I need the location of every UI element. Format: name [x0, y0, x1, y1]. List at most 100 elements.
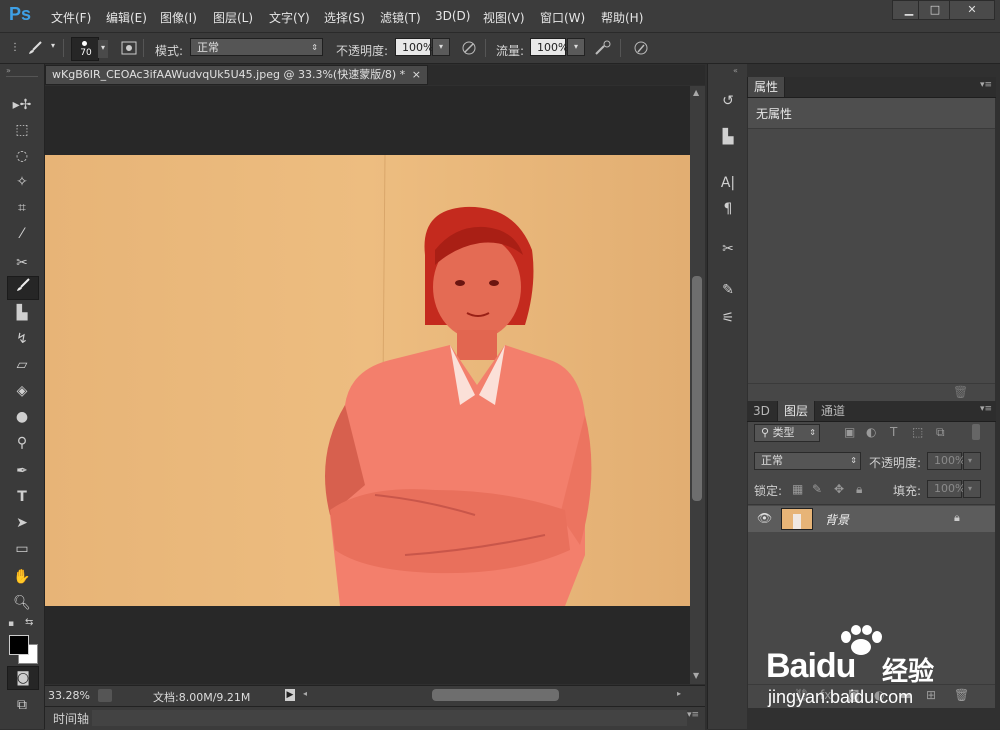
pressure-opacity-icon[interactable]: [460, 40, 478, 56]
lock-transparent-icon[interactable]: ▦: [792, 482, 803, 496]
filter-toggle[interactable]: [972, 424, 980, 440]
filter-type-icon[interactable]: T: [890, 425, 897, 439]
menu-3d[interactable]: 3D(D): [435, 9, 470, 23]
flow-dropdown-button[interactable]: ▾: [567, 38, 585, 56]
layer-name[interactable]: 背景: [825, 511, 849, 528]
history-brush-tool-icon[interactable]: ↯: [7, 328, 37, 350]
scroll-down-icon[interactable]: ▼: [693, 671, 699, 680]
tab-layers[interactable]: 图层: [777, 401, 816, 421]
close-button[interactable]: ✕: [949, 0, 995, 20]
panel-menu-icon[interactable]: ▾≡: [687, 710, 699, 720]
status-menu-arrow-icon[interactable]: ▶: [285, 689, 295, 701]
menu-file[interactable]: 文件(F): [51, 9, 91, 26]
layer-opacity-input[interactable]: 100%: [927, 452, 965, 470]
paragraph-icon[interactable]: ¶: [715, 198, 741, 220]
layer-filter-select[interactable]: ⚲ 类型 ⇕: [754, 424, 820, 442]
type-tool-icon[interactable]: T: [7, 486, 37, 508]
panel-menu-icon[interactable]: ▾≡: [980, 80, 992, 90]
pressure-size-icon[interactable]: [632, 40, 650, 56]
menu-layer[interactable]: 图层(L): [213, 9, 253, 26]
maximize-button[interactable]: □: [918, 0, 952, 20]
flow-input[interactable]: 100%: [530, 38, 568, 56]
menu-type[interactable]: 文字(Y): [269, 9, 310, 26]
menu-window[interactable]: 窗口(W): [540, 9, 585, 26]
marquee-tool-icon[interactable]: ⬚: [7, 119, 37, 141]
hand-tool-icon[interactable]: ✋: [7, 566, 37, 588]
collapse-icon[interactable]: »: [6, 66, 11, 75]
layer-row-background[interactable]: 👁︎ 背景 🔒︎: [748, 506, 995, 532]
lasso-tool-icon[interactable]: ◌: [7, 145, 37, 167]
lock-all-icon[interactable]: 🔒︎: [856, 482, 862, 497]
scroll-left-icon[interactable]: ◂: [303, 689, 307, 698]
zoom-tool-icon[interactable]: 🔍︎: [7, 592, 37, 614]
actions-icon[interactable]: ▙: [715, 126, 741, 148]
crop-tool-icon[interactable]: ⌗: [7, 197, 37, 219]
fill-input[interactable]: 100%: [927, 480, 965, 498]
paint-bucket-tool-icon[interactable]: ◈: [7, 380, 37, 402]
blend-mode-select[interactable]: 正常 ⇕: [754, 452, 861, 470]
brush-tool-icon[interactable]: [26, 40, 44, 56]
filter-pixel-icon[interactable]: ▣: [844, 425, 855, 439]
filter-smart-object-icon[interactable]: ⧉: [936, 425, 945, 440]
chevron-down-icon[interactable]: ▾: [98, 40, 108, 58]
move-tool-icon[interactable]: ▸✢: [7, 94, 37, 116]
menu-select[interactable]: 选择(S): [324, 9, 365, 26]
menu-filter[interactable]: 滤镜(T): [380, 9, 421, 26]
foreground-color-swatch[interactable]: [9, 635, 29, 655]
vertical-scrollbar[interactable]: ▲ ▼: [690, 86, 705, 684]
menu-image[interactable]: 图像(I): [160, 9, 197, 26]
visibility-eye-icon[interactable]: 👁︎: [757, 511, 772, 525]
menu-edit[interactable]: 编辑(E): [106, 9, 147, 26]
brush-panel-icon[interactable]: ⚟: [715, 307, 741, 329]
character-icon[interactable]: A|: [715, 172, 741, 194]
path-selection-tool-icon[interactable]: ➤: [7, 512, 37, 534]
panel-menu-icon[interactable]: ▾≡: [980, 404, 992, 414]
brush-tool-icon[interactable]: [7, 276, 39, 300]
history-icon[interactable]: ↺: [715, 90, 741, 112]
blur-tool-icon[interactable]: ●: [7, 406, 37, 428]
tab-3d[interactable]: 3D: [747, 401, 776, 421]
menu-help[interactable]: 帮助(H): [601, 9, 643, 26]
menu-view[interactable]: 视图(V): [483, 9, 525, 26]
opacity-dropdown-button[interactable]: ▾: [432, 38, 450, 56]
rectangle-tool-icon[interactable]: ▭: [7, 538, 37, 560]
mode-select[interactable]: 正常 ⇕: [190, 38, 323, 56]
close-tab-icon[interactable]: ×: [412, 66, 421, 84]
opacity-input[interactable]: 100%: [395, 38, 433, 56]
lock-position-icon[interactable]: ✥: [834, 482, 844, 496]
tab-properties[interactable]: 属性: [747, 77, 786, 97]
scroll-thumb[interactable]: [692, 276, 702, 501]
horizontal-scroll-thumb[interactable]: [432, 689, 559, 701]
brush-panel-icon[interactable]: [120, 40, 138, 56]
default-colors-icon[interactable]: ▪: [8, 619, 14, 629]
clone-stamp-tool-icon[interactable]: ▙: [7, 302, 37, 324]
screen-mode-icon[interactable]: ⧉: [7, 694, 37, 716]
zoom-level[interactable]: 33.28%: [48, 689, 90, 702]
chevron-down-icon[interactable]: ▾: [48, 38, 58, 56]
swap-colors-icon[interactable]: ⇆: [25, 617, 33, 628]
magic-wand-tool-icon[interactable]: ✧: [7, 171, 37, 193]
filter-shape-icon[interactable]: ⬚: [912, 425, 923, 439]
dodge-tool-icon[interactable]: ⚲: [7, 432, 37, 454]
pen-tool-icon[interactable]: ✒: [7, 460, 37, 482]
scroll-right-icon[interactable]: ▸: [677, 689, 681, 698]
timeline-tab[interactable]: 时间轴: [53, 710, 89, 727]
tab-channels[interactable]: 通道: [815, 401, 851, 421]
trash-icon[interactable]: 🗑︎: [953, 385, 968, 399]
airbrush-icon[interactable]: [594, 40, 612, 56]
eyedropper-tool-icon[interactable]: ⁄: [7, 223, 37, 245]
lock-pixels-icon[interactable]: ✎: [812, 482, 822, 496]
document-image[interactable]: [45, 155, 690, 606]
tool-presets-icon[interactable]: ✂: [715, 238, 741, 260]
healing-brush-tool-icon[interactable]: ✂: [7, 252, 37, 274]
brush-presets-icon[interactable]: ✎: [715, 279, 741, 301]
brush-preset-picker[interactable]: 70: [71, 37, 99, 61]
layer-opacity-dropdown[interactable]: ▾: [963, 452, 981, 470]
fill-dropdown[interactable]: ▾: [963, 480, 981, 498]
collapse-icon[interactable]: «: [733, 66, 738, 75]
scroll-up-icon[interactable]: ▲: [693, 88, 699, 97]
filter-adjustment-icon[interactable]: ◐: [866, 425, 876, 439]
document-tab[interactable]: wKgB6IR_CEOAc3ifAAWudvqUk5U45.jpeg @ 33.…: [45, 65, 428, 85]
status-info-icon[interactable]: [98, 689, 112, 702]
eraser-tool-icon[interactable]: ▱: [7, 354, 37, 376]
